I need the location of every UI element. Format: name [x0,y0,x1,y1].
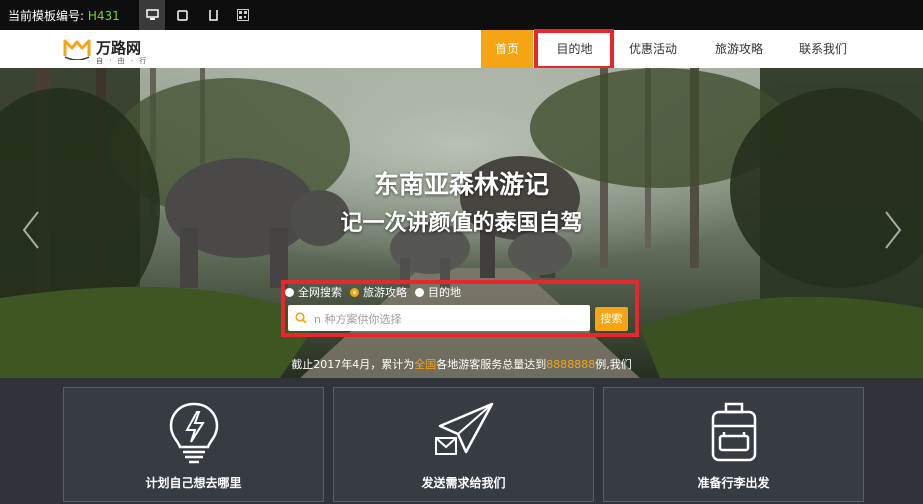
stats-highlight-region: 全国 [414,358,437,371]
hero-subtitle: 记一次讲颜值的泰国自驾 [340,211,583,236]
lightbulb-icon [169,402,218,464]
qrcode-icon[interactable] [230,0,256,30]
desktop-icon[interactable] [139,0,165,30]
highlight-box-search [281,280,639,337]
feature-label-send: 发送需求给我们 [421,476,506,490]
logo-subtitle: 自 · 由 · 行 [96,57,149,65]
mobile-icon[interactable] [200,0,226,30]
stats-prefix: 截止2017年4月，累计为 [291,358,415,371]
service-stats: 截止2017年4月，累计为全国各地游客服务总量达到8888888例,我们 [0,356,923,372]
highlight-box-nav [534,29,614,70]
logo-icon [63,39,91,60]
logo-name: 万路网 [96,39,142,57]
template-id: 当前模板编号: H431 [8,8,120,24]
backpack-icon [711,402,756,462]
nav-item-contact[interactable]: 联系我们 [790,30,856,68]
preview-bar: 当前模板编号: H431 [0,0,923,30]
nav-item-home[interactable]: 首页 [481,30,533,68]
feature-card-send[interactable]: 发送需求给我们 [333,387,594,502]
paper-plane-icon [434,402,493,455]
hero-title: 东南亚森林游记 [373,170,549,199]
nav-item-travel-guide[interactable]: 旅游攻略 [706,30,772,68]
feature-label-pack: 准备行李出发 [697,476,770,490]
template-label: 当前模板编号: [8,9,85,23]
feature-label-plan: 计划自己想去哪里 [145,476,242,490]
logo[interactable]: 万路网 自 · 由 · 行 [62,36,146,65]
template-code: H431 [87,9,120,23]
nav-item-promotions[interactable]: 优惠活动 [620,30,686,68]
feature-card-pack[interactable]: 准备行李出发 [603,387,864,502]
stats-suffix: 例,我们 [595,358,632,371]
stats-count: 8888888 [546,358,596,371]
tablet-icon[interactable] [169,0,195,30]
stats-middle: 各地游客服务总量达到 [436,358,547,371]
feature-card-plan[interactable]: 计划自己想去哪里 [63,387,324,502]
